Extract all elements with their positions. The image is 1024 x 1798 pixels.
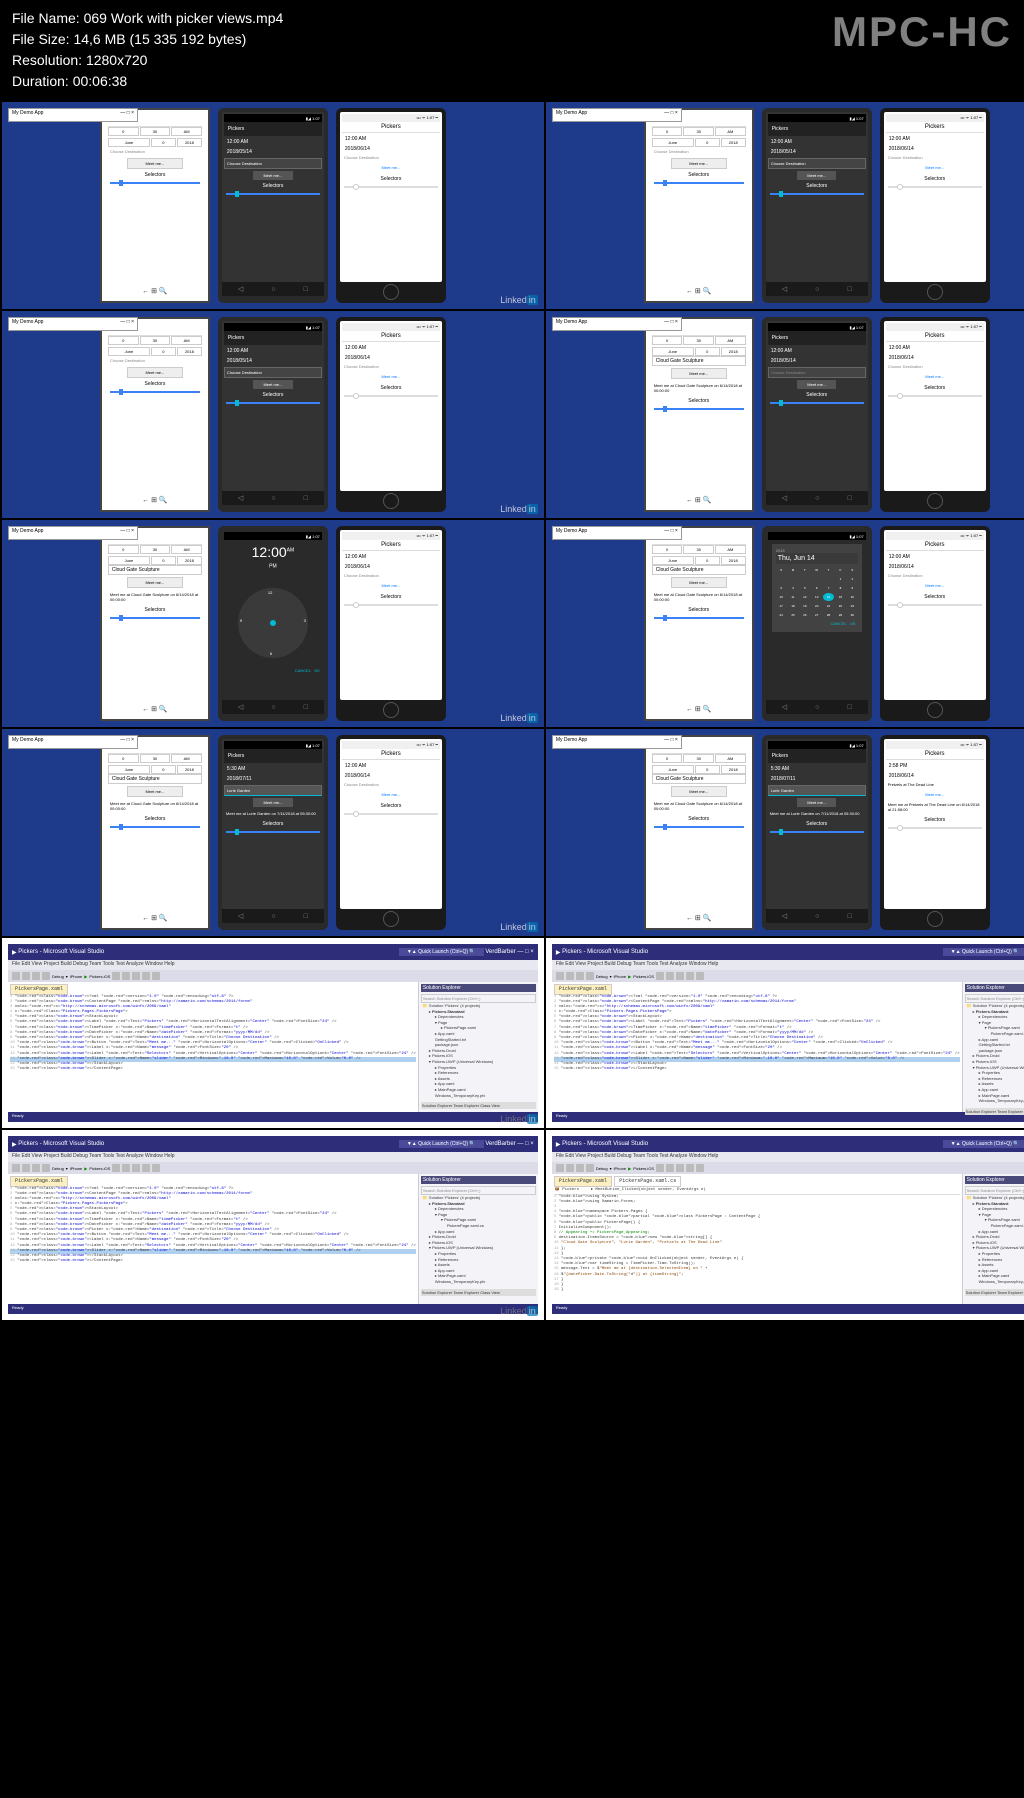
thumbnail-grid: My Demo App— □ × Pickers 030AM June02018…	[0, 100, 1024, 1322]
thumb-5: My Demo App— □ × Pickers030AMJune02018Cl…	[2, 520, 544, 727]
destination-selected[interactable]: Lurie Garden	[224, 785, 322, 796]
header: File Name: 069 Work with picker views.mp…	[0, 0, 1024, 100]
message-text: Meet me at Lurie Garden on 7/11/2018 at …	[224, 809, 322, 818]
ios-phone: ••• ᯤ 1:07 ━ Pickers 12:00 AM 2018/06/14…	[336, 108, 446, 303]
thumb-11-vs: ▶ Pickers - Microsoft Visual Studio▼▲ Qu…	[2, 1130, 544, 1320]
thumb-3: My Demo App— □ × Pickers030AMJune02018Ch…	[2, 311, 544, 518]
thumb-7: My Demo App— □ × Pickers030AMJune02018Cl…	[2, 729, 544, 936]
date-display[interactable]: 2018/06/14	[342, 145, 440, 153]
selectors-label: Selectors	[342, 176, 440, 182]
clock-face[interactable]: 12 6 9 3	[238, 588, 308, 658]
vs-toolbar[interactable]: Debug▾iPhone▶Pickers.iOS	[8, 970, 538, 982]
selectors-label: Selectors	[224, 183, 322, 189]
android-clock-picker: ▮◢ 1:07 12:00AMPM 12 6 9 3 CANCEL OK ◁○□	[218, 526, 328, 721]
calendar[interactable]: 2018 Thu, Jun 14 SMTWTFS 12 3456789 1011…	[772, 544, 862, 632]
selectors-label: Selectors	[108, 172, 202, 178]
vs-titlebar: ▶ Pickers - Microsoft Visual Studio▼▲ Qu…	[8, 944, 538, 960]
date-display[interactable]: 2018/05/14	[224, 148, 322, 156]
destination-selected[interactable]: Pretzels at The Dead Line	[886, 780, 984, 789]
time-display[interactable]: 12:00 AM	[224, 136, 322, 148]
page-title: Pickers	[342, 122, 440, 133]
page-title: Pickers	[224, 122, 322, 136]
meet-button[interactable]: Meet me...	[342, 162, 440, 173]
thumb-12-vs: ▶ Pickers - Microsoft Visual Studio▼▲ Qu…	[546, 1130, 1024, 1320]
message-text: Meet me at Pretzels at The Dead Line on …	[886, 800, 984, 814]
thumb-1: My Demo App— □ × Pickers 030AM June02018…	[2, 102, 544, 309]
search-input[interactable]: Search Solution Explorer (Ctrl+;)	[421, 994, 536, 1003]
thumb-6: My Demo App— □ × Pickers030AMJune02018Cl…	[546, 520, 1024, 727]
message-text: Meet me at Cloud Gate Sculpture on 6/14/…	[652, 381, 746, 395]
android-calendar-picker: ▮◢ 1:07 2018 Thu, Jun 14 SMTWTFS 12 3456…	[762, 526, 872, 721]
cancel-button[interactable]: CANCEL	[295, 668, 311, 673]
calendar-date-header: Thu, Jun 14	[776, 553, 858, 564]
destination-picker[interactable]: Choose Destination	[342, 153, 440, 162]
date-picker[interactable]: June02018	[108, 138, 202, 147]
time-display[interactable]: 12:00 AM	[342, 133, 440, 145]
thumb-4: My Demo App— □ × Pickers030AMJune02018Cl…	[546, 311, 1024, 518]
solution-explorer[interactable]: Solution Explorer Search Solution Explor…	[418, 982, 538, 1112]
thumb-2: My Demo App— □ × Pickers030AMJune02018Ch…	[546, 102, 1024, 309]
slider[interactable]	[110, 182, 200, 184]
thumb-8: My Demo App— □ × Pickers030AMJune02018Cl…	[546, 729, 1024, 936]
windows-phone: Pickers 030AM June02018 Choose Destinati…	[100, 108, 210, 303]
app-title: MPC-HC	[832, 8, 1012, 56]
meet-button[interactable]: Meet me...	[253, 171, 292, 180]
media-info: File Name: 069 Work with picker views.mp…	[12, 8, 283, 92]
code-editor[interactable]: PickersPage.xaml 1 "code-red">class="cod…	[8, 982, 418, 1112]
android-phone: ▮◢ 1:07 Pickers 12:00 AM 2018/05/14 Choo…	[218, 108, 328, 303]
thumb-10-vs: ▶ Pickers - Microsoft Visual Studio▼▲ Qu…	[546, 938, 1024, 1128]
thumb-9-vs: ▶ Pickers - Microsoft Visual Studio▼▲ Qu…	[2, 938, 544, 1128]
editor-tab[interactable]: PickersPage.xaml	[10, 984, 68, 995]
meet-button[interactable]: Meet me...	[127, 158, 183, 169]
android-nav[interactable]: ◁○□	[222, 282, 324, 296]
vs-menu[interactable]: File Edit View Project Build Debug Team …	[8, 960, 538, 970]
emulator-window: My Demo App— □ ×	[8, 108, 138, 122]
slider[interactable]	[344, 186, 438, 188]
linkedin-watermark: Linkedin	[500, 295, 538, 305]
time-picker[interactable]: 030AM	[108, 127, 202, 136]
destination-selected[interactable]: Cloud Gate Sculpture	[652, 356, 746, 366]
ok-button[interactable]: OK	[314, 668, 320, 673]
clock-time-display[interactable]: 12:00AMPM	[224, 540, 322, 580]
destination-picker[interactable]: Choose Destination	[108, 147, 202, 156]
destination-picker[interactable]: Choose Destination	[224, 158, 322, 169]
slider[interactable]	[226, 193, 320, 195]
vs-statusbar: Ready	[8, 1112, 538, 1122]
home-button[interactable]	[383, 284, 399, 300]
